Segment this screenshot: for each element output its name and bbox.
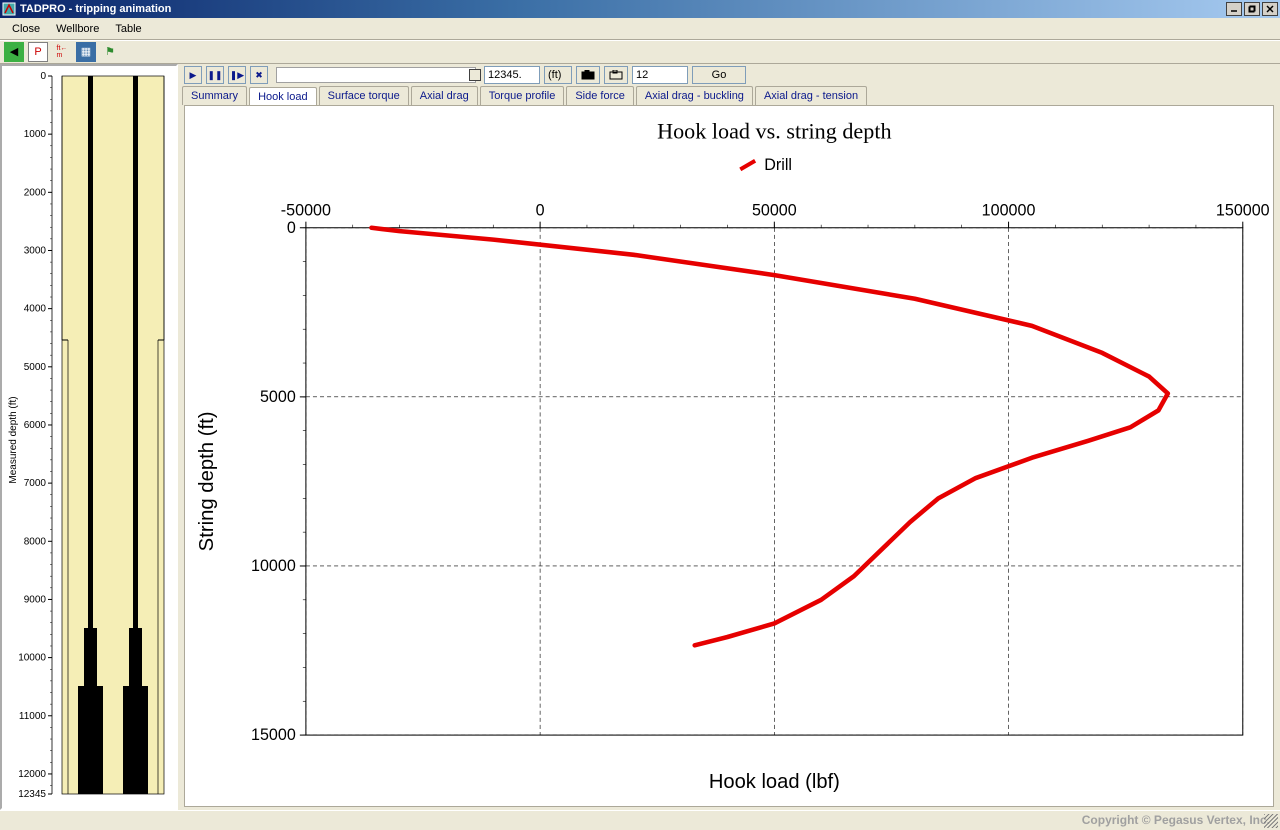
restore-button[interactable]: [1244, 2, 1260, 16]
minimize-button[interactable]: [1226, 2, 1242, 16]
statusbar: Copyright © Pegasus Vertex, Inc.: [0, 810, 1280, 830]
svg-text:1000: 1000: [24, 129, 47, 140]
step-icon[interactable]: ❚▶: [228, 66, 246, 84]
back-icon[interactable]: ◀: [4, 42, 24, 62]
stop-icon[interactable]: ✖: [250, 66, 268, 84]
slider-thumb[interactable]: [469, 69, 481, 81]
tab-torque-profile[interactable]: Torque profile: [480, 86, 565, 105]
window-controls: [1226, 2, 1278, 16]
tab-summary[interactable]: Summary: [182, 86, 247, 105]
app-icon: [2, 2, 16, 16]
svg-text:Measured depth (ft): Measured depth (ft): [8, 396, 19, 483]
window-titlebar: TADPRO - tripping animation: [0, 0, 1280, 18]
tab-axial-drag[interactable]: Axial drag: [411, 86, 478, 105]
tab-surface-torque[interactable]: Surface torque: [319, 86, 409, 105]
svg-text:Hook load (lbf): Hook load (lbf): [709, 771, 840, 793]
tab-side-force[interactable]: Side force: [566, 86, 634, 105]
copyright-text: Copyright © Pegasus Vertex, Inc.: [1082, 813, 1270, 827]
workspace: 0 1000 2000 3000 4000 5000 6000 7000 8000 9000 100…: [0, 64, 1280, 810]
frame-field[interactable]: 12: [632, 66, 688, 84]
toolbar: ◀Pft← m▦⚑: [0, 40, 1280, 64]
player-bar: ▶❚❚❚▶✖ 12345.(ft) 12Go: [178, 64, 1280, 86]
units-icon[interactable]: ft← m: [52, 42, 72, 62]
svg-text:11000: 11000: [19, 711, 47, 722]
svg-text:6000: 6000: [24, 420, 47, 431]
depth-unit: (ft): [544, 66, 572, 84]
svg-text:12000: 12000: [18, 769, 46, 780]
menu-wellbore[interactable]: Wellbore: [48, 21, 107, 37]
svg-text:Drill: Drill: [764, 156, 792, 174]
chart-area: Hook load vs. string depthDrill-50000050…: [184, 105, 1274, 807]
svg-text:10000: 10000: [18, 653, 46, 664]
print-icon[interactable]: P: [28, 42, 48, 62]
svg-text:5000: 5000: [260, 388, 296, 406]
animation-slider[interactable]: [276, 67, 476, 83]
menu-table[interactable]: Table: [107, 21, 149, 37]
tab-row: SummaryHook loadSurface torqueAxial drag…: [178, 86, 1280, 105]
wellbore-pane: 0 1000 2000 3000 4000 5000 6000 7000 8000 9000 100…: [0, 64, 178, 810]
svg-text:9000: 9000: [24, 594, 47, 605]
wellbore-schematic: 0 1000 2000 3000 4000 5000 6000 7000 8000 9000 100…: [8, 70, 174, 810]
flag-icon[interactable]: ⚑: [100, 42, 120, 62]
depth-field[interactable]: 12345.: [484, 66, 540, 84]
svg-text:0: 0: [536, 202, 545, 220]
svg-text:-50000: -50000: [281, 202, 331, 220]
tab-hook-load[interactable]: Hook load: [249, 87, 317, 106]
pause-icon[interactable]: ❚❚: [206, 66, 224, 84]
tab-axial-drag-tension[interactable]: Axial drag - tension: [755, 86, 867, 105]
window-title: TADPRO - tripping animation: [20, 3, 171, 15]
go-button[interactable]: Go: [692, 66, 746, 84]
svg-text:15000: 15000: [251, 726, 296, 744]
svg-text:2000: 2000: [24, 187, 47, 198]
svg-text:10000: 10000: [251, 557, 296, 575]
resize-grip[interactable]: [1264, 814, 1278, 828]
svg-text:12345: 12345: [18, 789, 46, 800]
svg-text:50000: 50000: [752, 202, 797, 220]
svg-text:5000: 5000: [24, 362, 47, 373]
close-button[interactable]: [1262, 2, 1278, 16]
svg-text:3000: 3000: [24, 245, 47, 256]
svg-text:0: 0: [287, 219, 296, 237]
tab-axial-drag-buckling[interactable]: Axial drag - buckling: [636, 86, 753, 105]
svg-text:8000: 8000: [24, 536, 47, 547]
camera-icon[interactable]: [576, 66, 600, 84]
svg-text:4000: 4000: [24, 304, 47, 315]
svg-text:0: 0: [40, 71, 46, 82]
menubar: Close Wellbore Table: [0, 18, 1280, 40]
menu-close[interactable]: Close: [4, 21, 48, 37]
hook-load-chart: Hook load vs. string depthDrill-50000050…: [185, 106, 1273, 806]
svg-text:String depth (ft): String depth (ft): [196, 411, 218, 551]
svg-text:7000: 7000: [24, 478, 47, 489]
svg-text:150000: 150000: [1216, 202, 1270, 220]
camera-outline-icon[interactable]: [604, 66, 628, 84]
play-icon[interactable]: ▶: [184, 66, 202, 84]
grid-icon[interactable]: ▦: [76, 42, 96, 62]
right-pane: ▶❚❚❚▶✖ 12345.(ft) 12Go SummaryHook loadSur…: [178, 64, 1280, 810]
svg-text:Hook load vs. string depth: Hook load vs. string depth: [657, 118, 891, 143]
svg-text:100000: 100000: [982, 202, 1036, 220]
